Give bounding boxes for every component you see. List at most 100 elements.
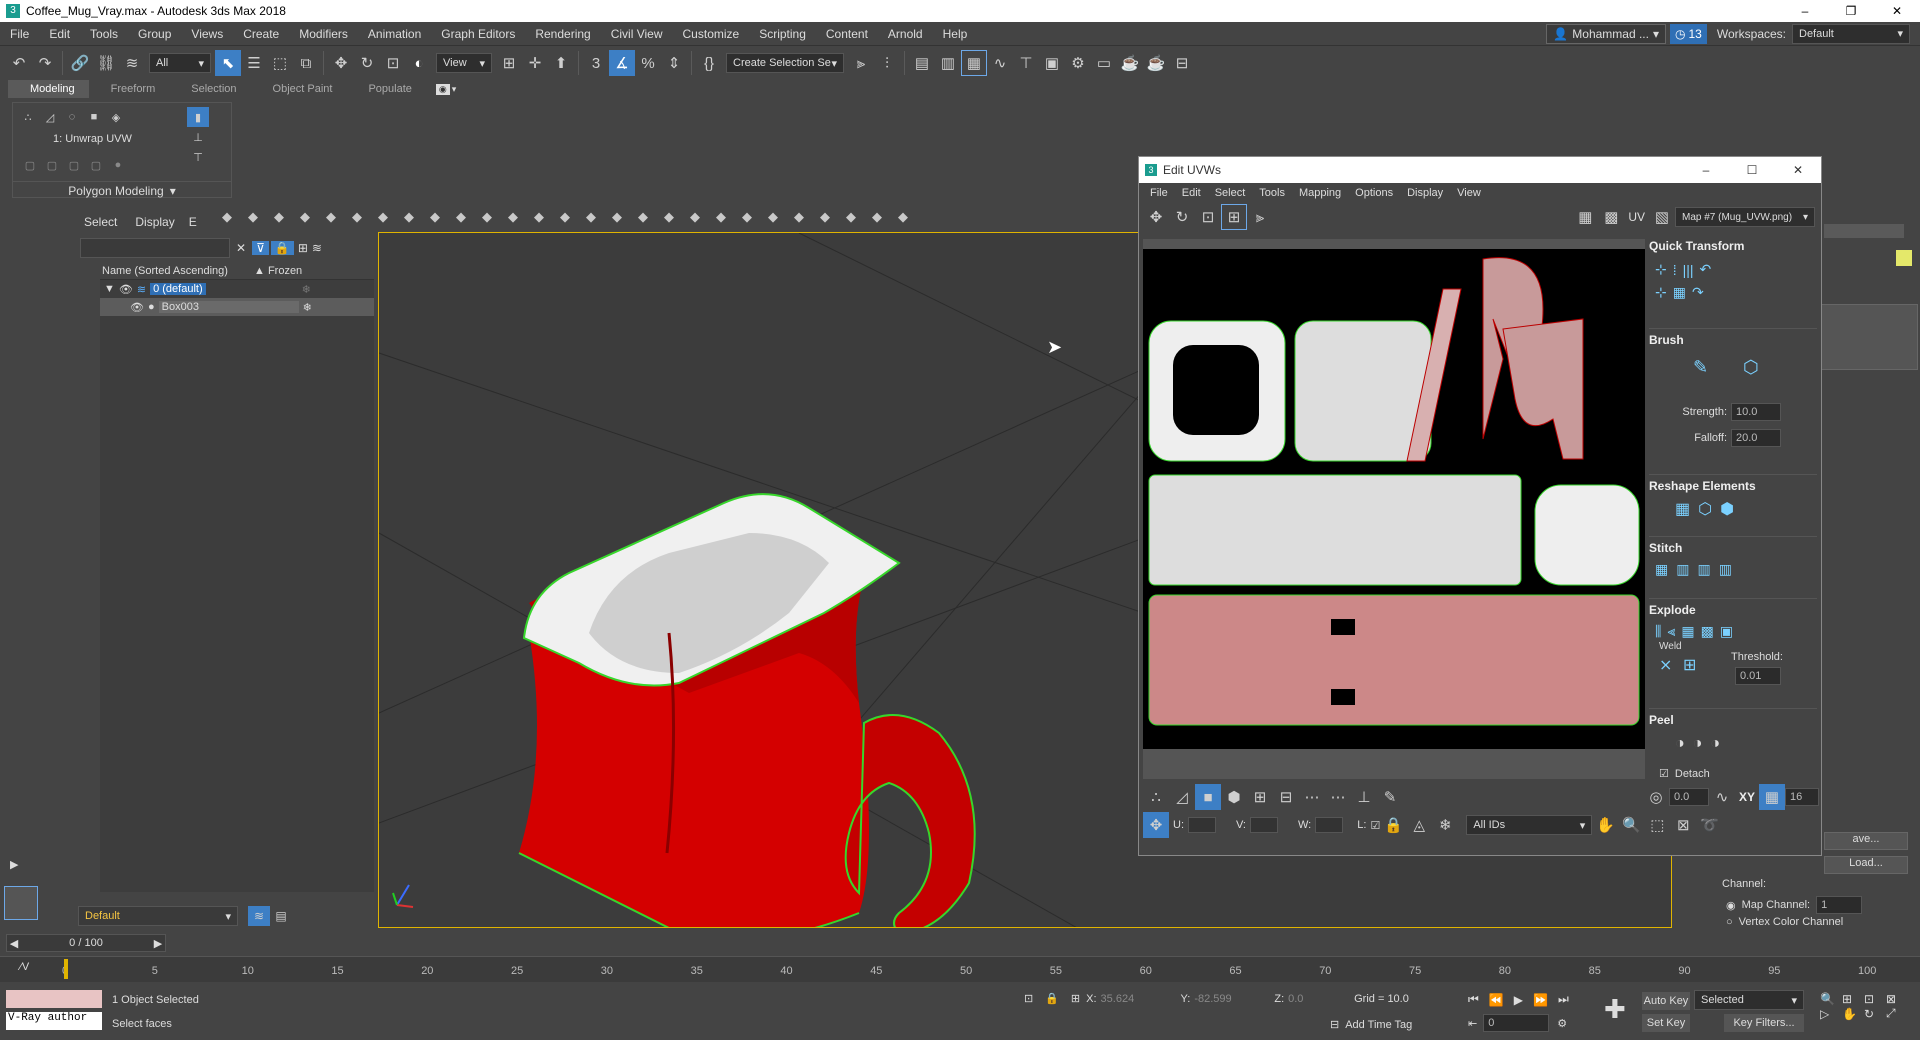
load-button[interactable]: Load... [1824, 856, 1908, 874]
select-manipulate-icon[interactable]: ✛ [522, 50, 548, 76]
map-channel-spinner[interactable]: 1 [1816, 896, 1863, 914]
ribbon-options-icon[interactable]: ◉ [435, 83, 450, 95]
freeze-icon[interactable]: ❄ [1432, 812, 1458, 838]
stitch-custom-icon[interactable]: ▥ [1719, 561, 1732, 578]
uv-label[interactable]: UV [1628, 210, 1645, 224]
uvw-menu-view[interactable]: View [1450, 187, 1488, 199]
user-account[interactable]: 👤 Mohammad ... ▾ [1546, 23, 1667, 44]
shrink-icon[interactable]: ▢ [41, 155, 63, 175]
window-crossing-icon[interactable]: ⧉ [293, 50, 319, 76]
sphere-icon[interactable]: ◆ [448, 209, 474, 225]
menu-group[interactable]: Group [128, 22, 181, 46]
lasso-icon[interactable]: ➰ [1696, 812, 1722, 838]
camera-icon[interactable]: ◆ [656, 209, 682, 225]
plane-icon[interactable]: ◆ [422, 209, 448, 225]
selection-lock-icon[interactable]: 🔒 [1045, 992, 1059, 1005]
straighten-icon[interactable]: ▦ [1675, 499, 1690, 519]
ribbon-tab-object-paint[interactable]: Object Paint [251, 80, 347, 98]
uvw-menu-options[interactable]: Options [1348, 187, 1400, 199]
pattern-icon[interactable]: ▦ [1673, 284, 1686, 301]
texture-dropdown[interactable]: Map #7 (Mug_UVW.png) ▾ [1675, 207, 1815, 227]
quick-transform-header[interactable]: Quick Transform [1649, 239, 1744, 253]
cone-icon[interactable]: ◆ [526, 209, 552, 225]
material-editor-icon[interactable]: ▣ [1039, 50, 1065, 76]
map-channel-radio[interactable]: ◉ [1726, 899, 1736, 912]
zoom-icon[interactable]: 🔍 [1618, 812, 1644, 838]
pin-stack-icon[interactable]: ⊥ [187, 127, 209, 147]
add-time-tag[interactable]: Add Time Tag [1345, 1019, 1412, 1031]
play-icon[interactable]: ▶ [1514, 993, 1523, 1007]
vray-toolbar-icon[interactable]: ⊟ [1169, 50, 1195, 76]
grid-count-spinner[interactable]: 16 [1785, 788, 1819, 806]
sphere-render-icon[interactable]: ◆ [786, 209, 812, 225]
info-icon[interactable]: ◆ [864, 209, 890, 225]
scale-icon[interactable]: ⊡ [380, 50, 406, 76]
rotate-icon[interactable]: ↻ [1169, 204, 1195, 230]
rect-selection-icon[interactable]: ⬚ [267, 50, 293, 76]
z-coordinate[interactable]: 0.0 [1288, 993, 1338, 1005]
show-map-icon[interactable]: ▩ [1598, 204, 1624, 230]
menu-file[interactable]: File [0, 22, 39, 46]
dialog-close-button[interactable]: ✕ [1775, 163, 1821, 177]
flatten-icon[interactable]: ▦ [1681, 623, 1694, 640]
ribbon-tab-freeform[interactable]: Freeform [89, 80, 170, 98]
uv-editor-canvas[interactable] [1143, 239, 1645, 749]
uvw-menu-display[interactable]: Display [1400, 187, 1450, 199]
move-icon[interactable]: ✥ [1143, 204, 1169, 230]
stitch-header[interactable]: Stitch [1649, 541, 1682, 555]
explode-grid-icon[interactable]: ▩ [1701, 623, 1714, 640]
ribbon-tab-selection[interactable]: Selection [169, 80, 250, 98]
vertex-color-radio[interactable]: ○ [1726, 916, 1733, 928]
add-layer-icon[interactable]: ⊞ [298, 241, 308, 255]
set-key-big-icon[interactable]: ✚ [1604, 994, 1626, 1025]
scene-explorer-icon[interactable]: ▦ [961, 50, 987, 76]
loop-select-icon[interactable]: ⋯ [1299, 784, 1325, 810]
dialog-maximize-button[interactable]: ☐ [1729, 163, 1775, 177]
box-icon[interactable]: ◆ [240, 209, 266, 225]
align-y-icon[interactable]: ⁞ [1673, 262, 1677, 278]
zoom-extents-all-icon[interactable]: ⊠ [1886, 992, 1908, 1006]
set-key-button[interactable]: Set Key [1642, 1014, 1690, 1032]
x-coordinate[interactable]: 35.624 [1101, 993, 1165, 1005]
keyboard-shortcut-icon[interactable]: ⬆ [548, 50, 574, 76]
menu-modifiers[interactable]: Modifiers [289, 22, 358, 46]
dome-icon[interactable]: ◆ [682, 209, 708, 225]
save-button[interactable]: ave... [1824, 832, 1908, 850]
clear-search-icon[interactable]: ✕ [236, 241, 246, 255]
zoom-extents-icon[interactable]: ⊡ [1864, 992, 1886, 1006]
explorer-options-icon[interactable]: ▤ [270, 906, 292, 926]
relax-icon[interactable]: ⬡ [1698, 499, 1712, 519]
loop-icon[interactable]: ▢ [85, 155, 107, 175]
torus-icon[interactable]: ◆ [500, 209, 526, 225]
lock-selection-icon[interactable]: 🔒 [1380, 812, 1406, 838]
curve-editor-icon[interactable]: ∿ [987, 50, 1013, 76]
schematic-view-icon[interactable]: ⊤ [1013, 50, 1039, 76]
spinner-snap-icon[interactable]: ⇕ [661, 50, 687, 76]
fov-icon[interactable]: ▷ [1820, 1007, 1842, 1021]
menu-create[interactable]: Create [233, 22, 289, 46]
element-mode-icon[interactable]: ⬢ [1221, 784, 1247, 810]
key-filters-button[interactable]: Key Filters... [1724, 1014, 1804, 1032]
strength-spinner[interactable]: 10.0 [1731, 403, 1781, 421]
time-tag-icon[interactable]: ⊟ [1330, 1018, 1339, 1031]
angle-snap-icon[interactable]: ∡ [609, 50, 635, 76]
menu-edit[interactable]: Edit [39, 22, 80, 46]
stitch-target-icon[interactable]: ▥ [1697, 561, 1710, 578]
tab-display[interactable]: Display [135, 215, 174, 229]
remove-modifier-icon[interactable]: ⊤ [187, 147, 209, 167]
u-field[interactable] [1188, 817, 1216, 833]
track-bar-icon[interactable]: ⁄V [20, 961, 29, 973]
filter-icon[interactable]: ⊽ [252, 241, 269, 255]
menu-scripting[interactable]: Scripting [749, 22, 816, 46]
viewport-layouts-tab[interactable] [4, 886, 38, 920]
grid-snap-icon[interactable]: ▦ [1759, 784, 1785, 810]
select-by-name-icon[interactable]: ☰ [241, 50, 267, 76]
minimize-button[interactable]: – [1782, 4, 1828, 18]
falloff-spinner[interactable]: 20.0 [1731, 429, 1781, 447]
uvw-menu-select[interactable]: Select [1208, 187, 1253, 199]
weld-selected-icon[interactable]: ⨯ [1659, 655, 1672, 675]
tree-icon[interactable]: ◆ [708, 209, 734, 225]
rotate-icon[interactable]: ↻ [354, 50, 380, 76]
close-button[interactable]: ✕ [1874, 4, 1920, 18]
render-production-icon[interactable]: ☕ [1117, 50, 1143, 76]
